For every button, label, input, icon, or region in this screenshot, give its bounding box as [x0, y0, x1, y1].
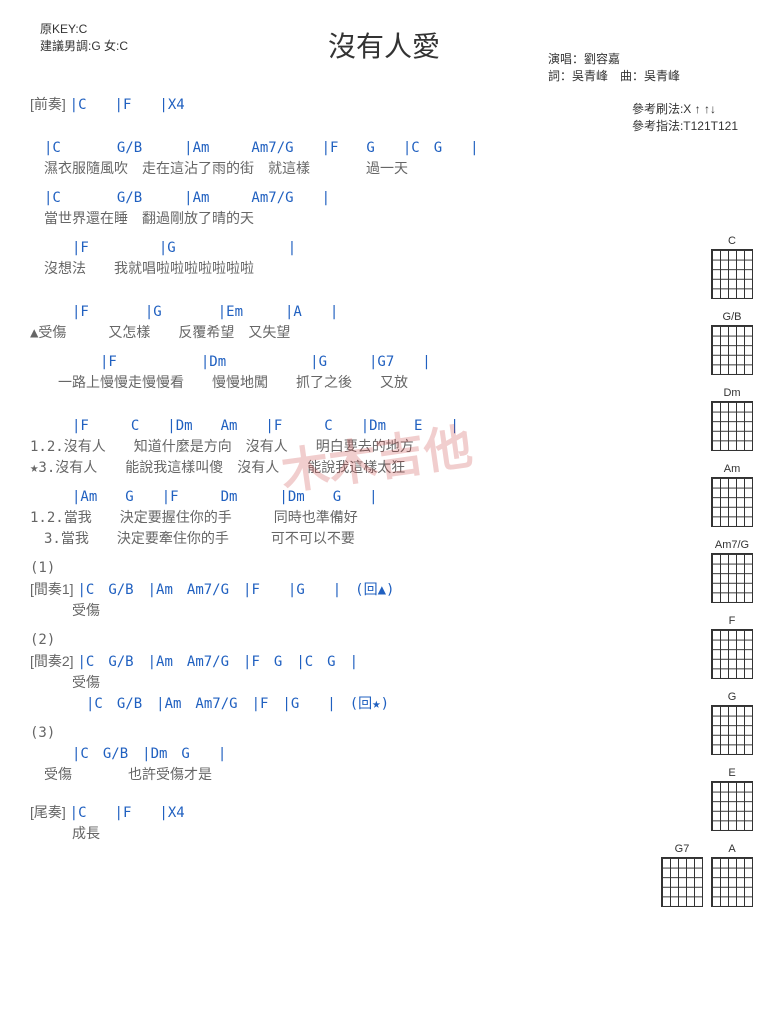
chord-dg-dm: Dm	[711, 387, 753, 451]
chorus-lyric1: 1.2.沒有人 知道什麼是方向 沒有人 明白要去的地方	[30, 437, 630, 458]
v1c-chords: |F |G |	[30, 238, 630, 259]
v1b-chords: |C G/B |Am Am7/G |	[30, 188, 630, 209]
pre-lyric: ▲受傷 又怎樣 反覆希望 又失望	[30, 323, 630, 344]
chorus-lyric4: 3.當我 決定要牽住你的手 可不可以不要	[30, 529, 630, 550]
reference-box: 參考刷法:X ↑ ↑↓ 參考指法:T121T121	[632, 100, 738, 134]
chorus-chords3: |Am G |F Dm |Dm G |	[30, 487, 630, 508]
pre-chords: |F |G |Em |A |	[30, 302, 630, 323]
v1b-lyric: 當世界還在睡 翻過剛放了晴的天	[30, 209, 630, 230]
num-1: (1)	[30, 558, 738, 579]
strum-ref: 參考刷法:X ↑ ↑↓	[632, 100, 738, 117]
inter2-chords: |C G/B |Am Am7/G |F G |C G |	[77, 654, 358, 670]
chord-dg-c: C	[711, 235, 753, 299]
num-3: (3)	[30, 723, 738, 744]
pre-chords2: |F |Dm |G |G7 |	[30, 352, 630, 373]
i3-chords: |C G/B |Dm G |	[30, 744, 630, 765]
inter1-label: [間奏1]	[30, 581, 74, 597]
v1c-lyric: 沒想法 我就唱啦啦啦啦啦啦啦	[30, 259, 630, 280]
chord-dg-am: Am	[711, 463, 753, 527]
v1a-chords: |C G/B |Am Am7/G |F G |C G |	[30, 138, 630, 159]
performer-text: 演唱：劉容嘉	[548, 50, 728, 67]
outro-chords: |C |F |X4	[70, 805, 185, 821]
chorus-lyric3: 1.2.當我 決定要握住你的手 同時也準備好	[30, 508, 630, 529]
chord-dg-a: A	[711, 843, 753, 907]
v1a-lyric: 濕衣服隨風吹 走在這沾了雨的街 就這樣 過一天	[30, 159, 630, 180]
credits-text: 詞：吳青峰 曲：吳青峰	[548, 67, 728, 84]
chord-diagrams-panel: C G/B Dm Am Am7/G F G E G7 A	[633, 235, 753, 907]
inter2-lyric: 受傷	[30, 673, 630, 694]
inter1-lyric: 受傷	[30, 601, 630, 622]
original-key-text: 原KEY:C	[40, 20, 220, 37]
outro-label: [尾奏]	[30, 804, 66, 820]
outro-lyric: 成長	[30, 824, 630, 845]
intro-chords: |C |F |X4	[70, 97, 185, 113]
chord-dg-f: F	[711, 615, 753, 679]
song-title: 沒有人愛	[220, 20, 548, 65]
pre-lyric2: 一路上慢慢走慢慢看 慢慢地闖 抓了之後 又放	[30, 373, 630, 394]
inter1-chords: |C G/B |Am Am7/G |F |G | (回▲)	[77, 582, 394, 598]
chord-dg-e: E	[711, 767, 753, 831]
intro-label: [前奏]	[30, 96, 66, 112]
chord-dg-g: G	[711, 691, 753, 755]
num-2: (2)	[30, 630, 738, 651]
suggest-key-text: 建議男調:G 女:C	[40, 37, 220, 54]
chorus-lyric2: ★3.沒有人 能說我這樣叫傻 沒有人 能說我這樣太狂	[30, 458, 630, 479]
chord-dg-am7g: Am7/G	[711, 539, 753, 603]
inter2-chords2: |C G/B |Am Am7/G |F |G | (回★)	[30, 694, 630, 715]
i3-lyric: 受傷 也許受傷才是	[30, 765, 630, 786]
chord-dg-gb: G/B	[711, 311, 753, 375]
inter2-label: [間奏2]	[30, 653, 74, 669]
chord-dg-g7: G7	[661, 843, 703, 907]
chorus-chords: |F C |Dm Am |F C |Dm E |	[30, 416, 630, 437]
finger-ref: 參考指法:T121T121	[632, 117, 738, 134]
